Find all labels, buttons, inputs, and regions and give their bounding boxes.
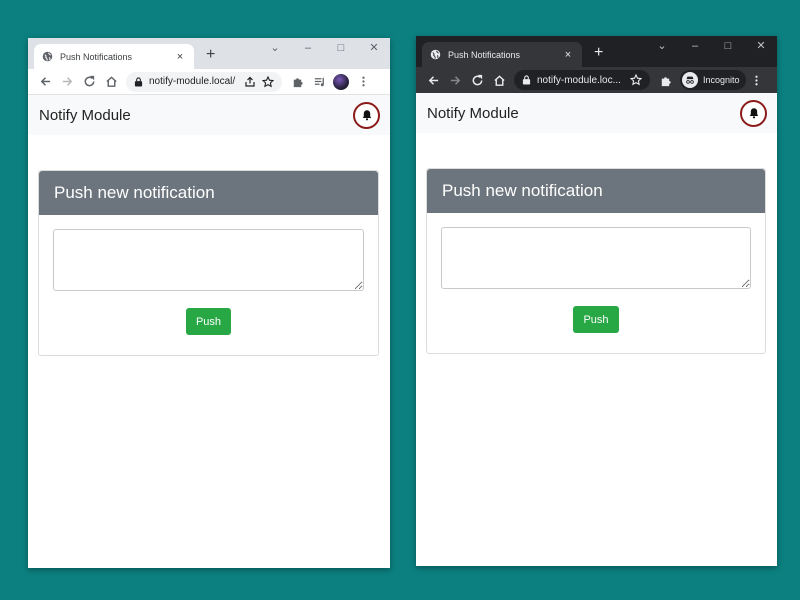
tab-search-chevron-icon[interactable]: ⌄ <box>268 41 282 55</box>
tab-title: Push Notifications <box>448 49 521 60</box>
incognito-icon <box>682 72 698 88</box>
minimize-icon[interactable]: – <box>301 41 315 55</box>
page-content: Notify Module Push new notification Push <box>28 95 390 568</box>
tab-strip: Push Notifications × + ⌄ – □ ✕ <box>416 36 777 67</box>
menu-kebab-icon[interactable] <box>352 72 374 92</box>
tab-push-notifications[interactable]: Push Notifications × <box>422 42 582 67</box>
browser-window-incognito: Push Notifications × + ⌄ – □ ✕ notify-mo… <box>416 36 777 566</box>
close-window-icon[interactable]: ✕ <box>754 39 768 53</box>
extensions-icon[interactable] <box>654 70 676 90</box>
extensions-icon[interactable] <box>286 72 308 92</box>
reload-icon[interactable] <box>78 72 100 92</box>
push-notification-card: Push new notification Push <box>38 170 379 356</box>
home-icon[interactable] <box>488 70 510 90</box>
notification-textarea[interactable] <box>441 227 751 289</box>
browser-toolbar: notify-module.loc... Incognito <box>416 67 777 93</box>
card-title: Push new notification <box>39 171 378 215</box>
new-tab-icon[interactable]: + <box>594 44 603 62</box>
maximize-icon[interactable]: □ <box>334 41 348 55</box>
bookmark-star-icon[interactable] <box>630 74 642 86</box>
globe-icon <box>430 49 441 60</box>
new-tab-icon[interactable]: + <box>206 46 215 64</box>
media-playlist-icon[interactable] <box>308 72 330 92</box>
globe-icon <box>42 51 53 62</box>
navbar: Notify Module <box>28 95 390 135</box>
navbar-brand[interactable]: Notify Module <box>39 107 131 124</box>
url-text: notify-module.loc... <box>537 74 621 86</box>
url-text: notify-module.local/ <box>149 76 236 87</box>
card-body: Push <box>427 213 765 353</box>
bell-icon <box>362 110 371 121</box>
notification-textarea[interactable] <box>53 229 364 291</box>
tab-push-notifications[interactable]: Push Notifications × <box>34 44 194 69</box>
incognito-badge[interactable]: Incognito <box>680 70 746 90</box>
home-icon[interactable] <box>100 72 122 92</box>
maximize-icon[interactable]: □ <box>721 39 735 53</box>
share-icon[interactable] <box>244 76 256 88</box>
notifications-button[interactable] <box>740 99 767 127</box>
push-button[interactable]: Push <box>573 306 619 333</box>
lock-icon <box>522 75 531 85</box>
browser-window-normal: Push Notifications × + ⌄ – □ ✕ notify-mo… <box>28 38 390 568</box>
push-button[interactable]: Push <box>185 308 232 335</box>
tab-title: Push Notifications <box>60 51 133 62</box>
tab-close-icon[interactable]: × <box>562 49 574 61</box>
profile-avatar[interactable] <box>330 72 352 92</box>
forward-icon[interactable] <box>56 72 78 92</box>
forward-icon[interactable] <box>444 70 466 90</box>
avatar <box>333 73 349 90</box>
tab-search-chevron-icon[interactable]: ⌄ <box>655 39 669 53</box>
bookmark-star-icon[interactable] <box>262 75 274 88</box>
navbar: Notify Module <box>416 93 777 133</box>
address-bar[interactable]: notify-module.local/ <box>126 71 282 92</box>
bell-icon <box>749 108 758 119</box>
navbar-brand[interactable]: Notify Module <box>427 105 519 122</box>
back-icon[interactable] <box>422 70 444 90</box>
card-body: Push <box>39 215 378 355</box>
reload-icon[interactable] <box>466 70 488 90</box>
page-content: Notify Module Push new notification Push <box>416 93 777 566</box>
push-notification-card: Push new notification Push <box>426 168 766 354</box>
card-title: Push new notification <box>427 169 765 213</box>
browser-toolbar: notify-module.local/ <box>28 69 390 95</box>
tab-strip: Push Notifications × + ⌄ – □ ✕ <box>28 38 390 69</box>
address-bar[interactable]: notify-module.loc... <box>514 70 650 90</box>
incognito-label: Incognito <box>703 75 740 85</box>
tab-close-icon[interactable]: × <box>174 51 186 63</box>
notifications-button[interactable] <box>353 101 380 129</box>
minimize-icon[interactable]: – <box>688 39 702 53</box>
lock-icon <box>134 76 143 86</box>
menu-kebab-icon[interactable] <box>746 70 768 90</box>
close-window-icon[interactable]: ✕ <box>367 41 381 55</box>
back-icon[interactable] <box>34 72 56 92</box>
